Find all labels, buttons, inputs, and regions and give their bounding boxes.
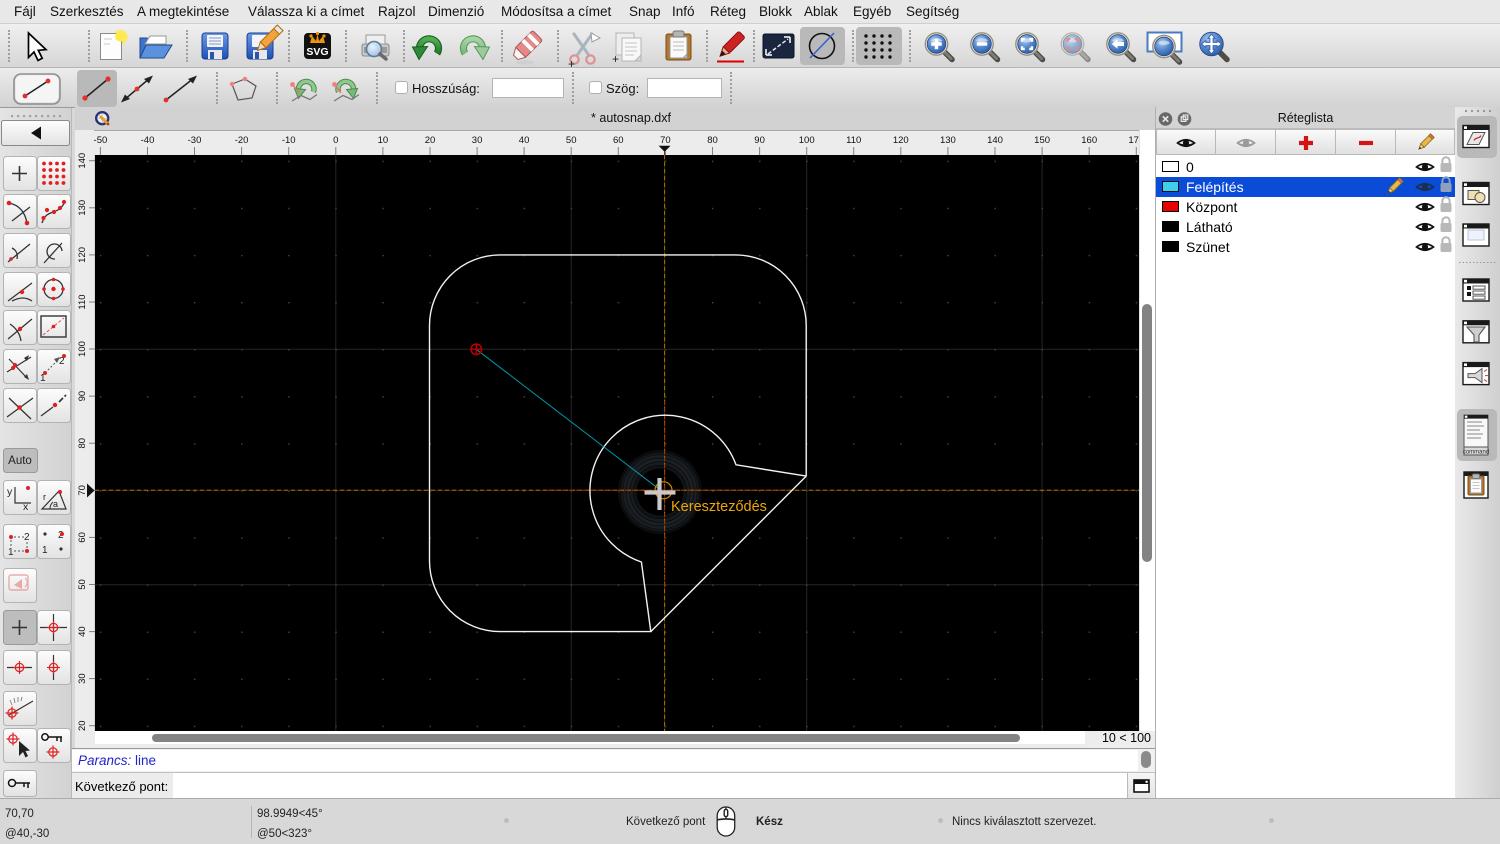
- svg-text:10: 10: [378, 135, 389, 146]
- svg-text:130: 130: [940, 135, 956, 146]
- svg-text:30: 30: [77, 673, 88, 684]
- svg-text:60: 60: [613, 135, 624, 146]
- svg-text:-10: -10: [282, 135, 296, 146]
- svg-text:-40: -40: [141, 135, 155, 146]
- svg-text:100: 100: [799, 135, 815, 146]
- svg-text:130: 130: [77, 200, 88, 216]
- svg-text:-50: -50: [94, 135, 108, 146]
- svg-text:100: 100: [77, 341, 88, 357]
- svg-text:SVG: SVG: [306, 46, 328, 58]
- svg-text:150: 150: [1034, 135, 1050, 146]
- svg-text:command: command: [1463, 450, 1489, 456]
- svg-text:170: 170: [1128, 135, 1139, 146]
- svg-text:110: 110: [846, 135, 861, 146]
- svg-text:90: 90: [77, 391, 88, 402]
- svg-text:-30: -30: [188, 135, 202, 146]
- svg-text:160: 160: [1081, 135, 1097, 146]
- svg-text:0: 0: [333, 135, 338, 146]
- svg-text:80: 80: [707, 135, 718, 146]
- svg-text:60: 60: [77, 532, 88, 543]
- svg-text:30: 30: [472, 135, 483, 146]
- svg-text:-20: -20: [235, 135, 249, 146]
- svg-text:110: 110: [77, 294, 88, 309]
- svg-text:20: 20: [77, 720, 88, 731]
- svg-text:r: r: [43, 492, 46, 502]
- svg-text:50: 50: [566, 135, 577, 146]
- svg-text:90: 90: [754, 135, 765, 146]
- svg-text:40: 40: [77, 626, 88, 637]
- svg-text:120: 120: [893, 135, 909, 146]
- svg-text:1: 1: [42, 545, 48, 556]
- svg-text:Auto: Auto: [8, 455, 32, 467]
- svg-text:140: 140: [77, 153, 88, 169]
- svg-text:40: 40: [519, 135, 530, 146]
- svg-text:70: 70: [77, 485, 88, 496]
- svg-text:140: 140: [987, 135, 1003, 146]
- svg-text:120: 120: [77, 247, 88, 263]
- svg-text:70: 70: [660, 135, 671, 146]
- svg-text:y: y: [7, 486, 13, 498]
- svg-text:20: 20: [425, 135, 436, 146]
- svg-text:a: a: [53, 499, 58, 509]
- svg-text:80: 80: [77, 438, 88, 449]
- svg-text:+: +: [612, 52, 619, 66]
- svg-text:2: 2: [24, 532, 30, 543]
- svg-text:50: 50: [77, 579, 88, 590]
- svg-text:Kereszteződés: Kereszteződés: [671, 499, 767, 515]
